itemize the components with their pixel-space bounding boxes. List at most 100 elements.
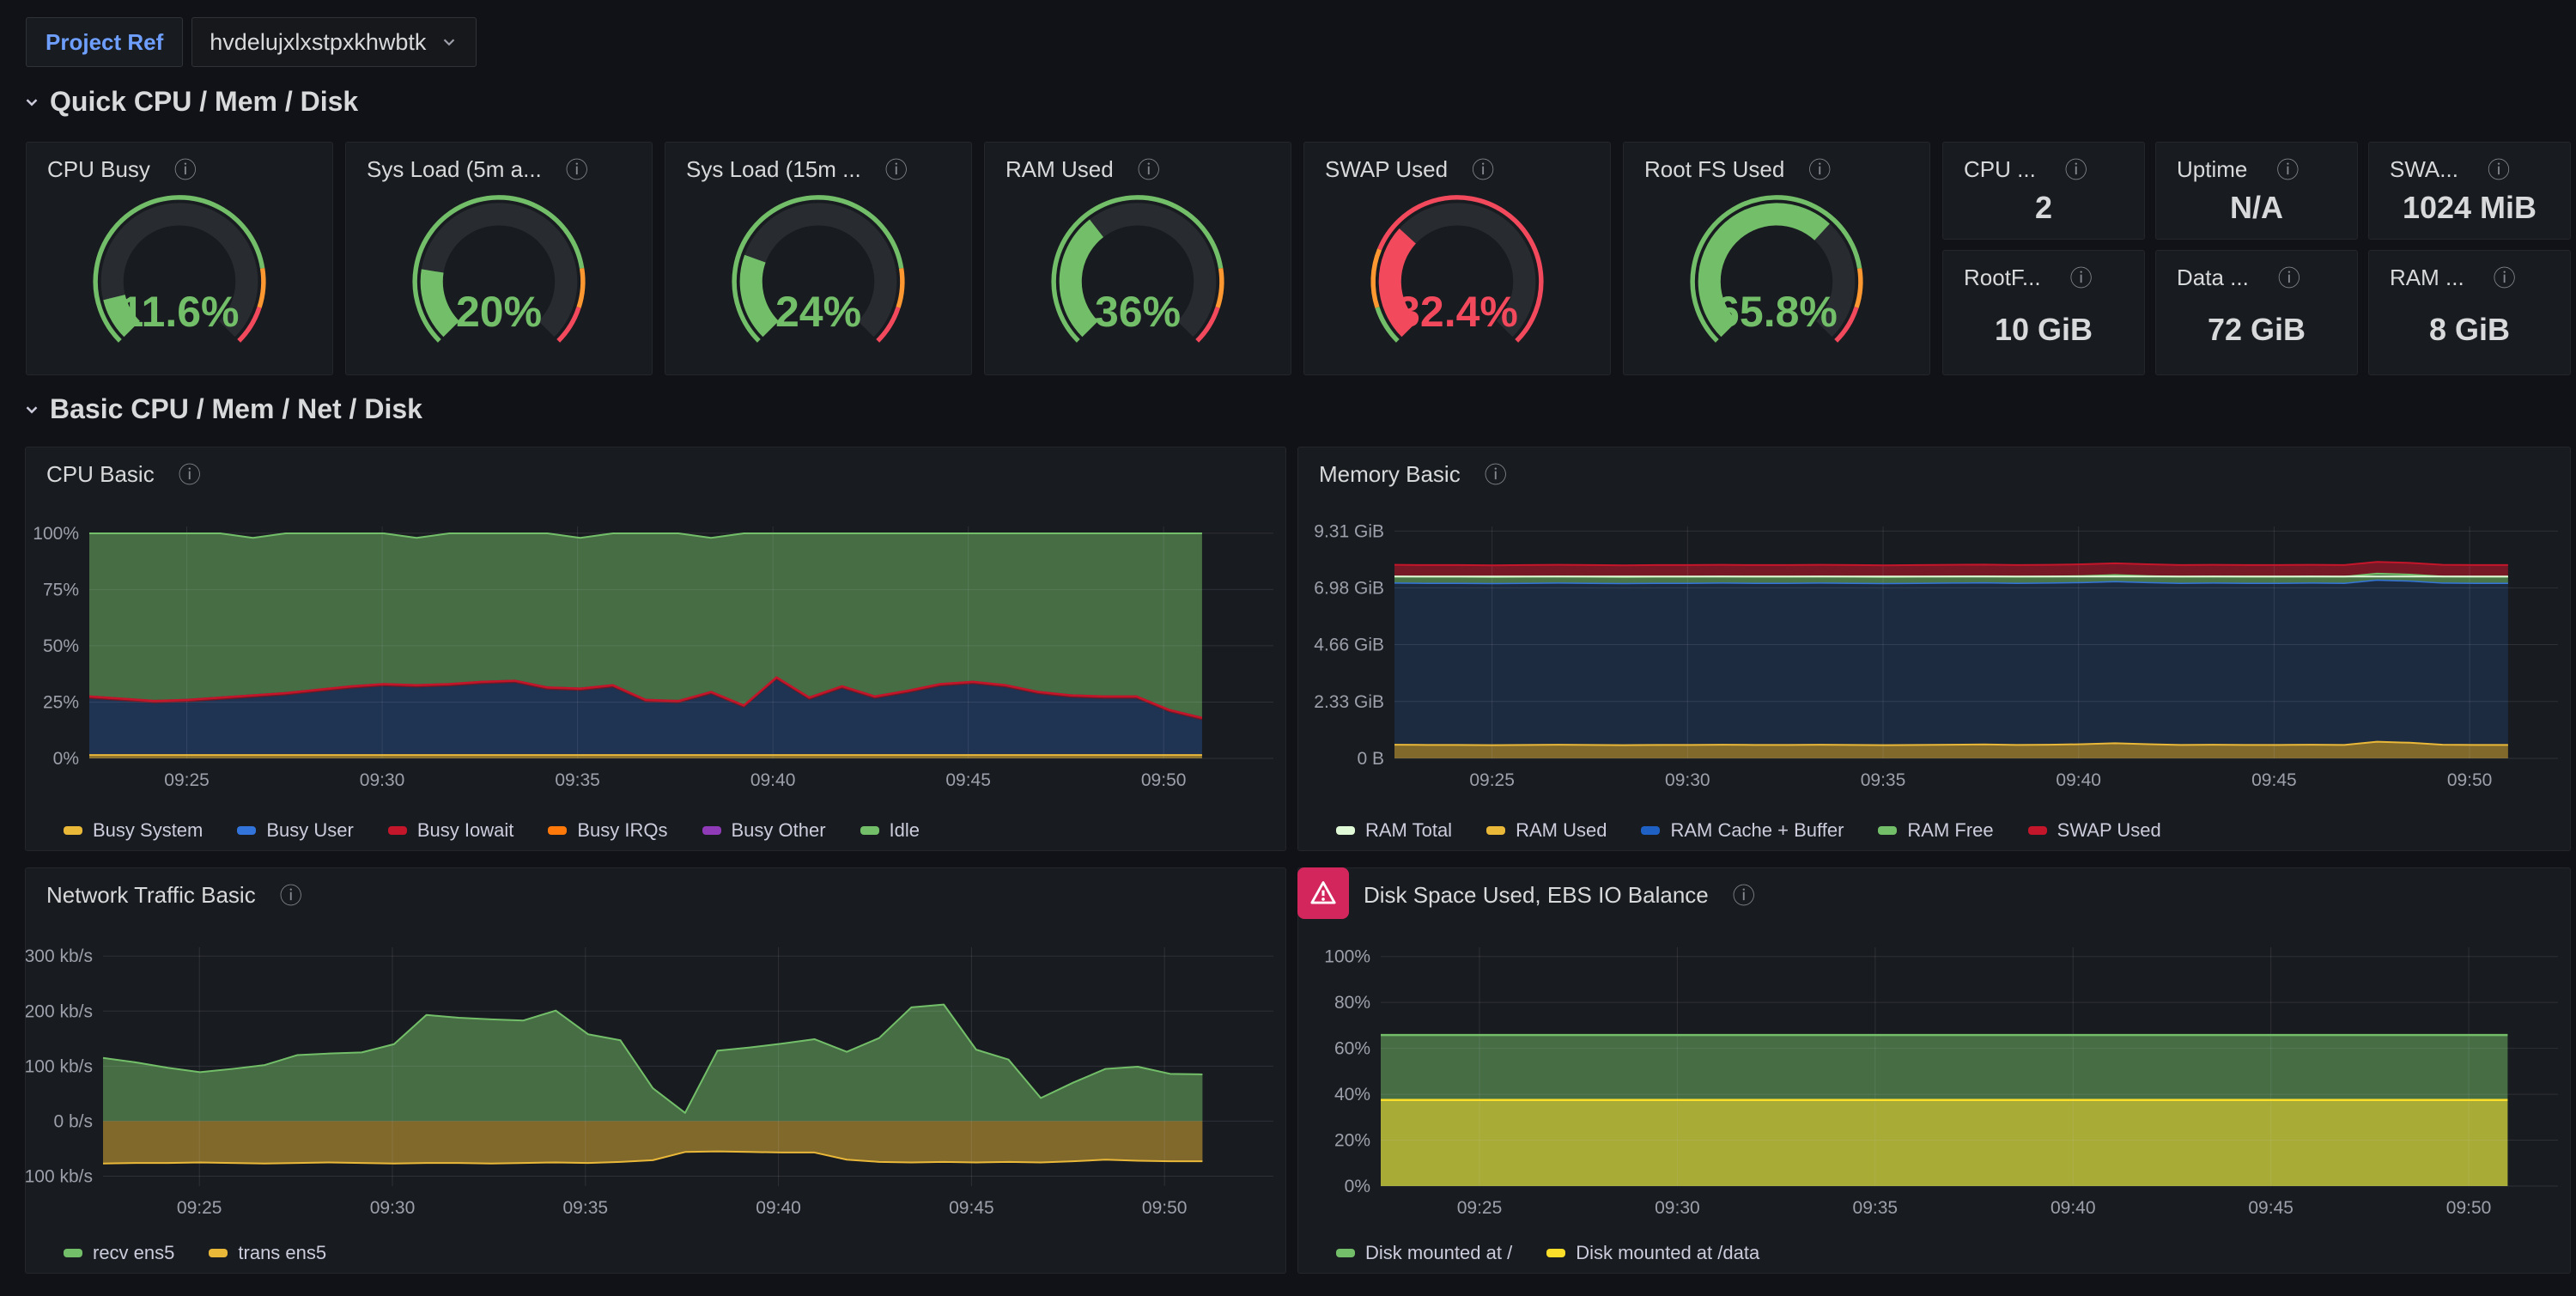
variable-bar: Project Ref hvdelujxlxstpxkhwbtk bbox=[26, 17, 477, 67]
info-icon[interactable]: ⓘ bbox=[1138, 159, 1160, 181]
panel-header[interactable]: CPU Busy ⓘ bbox=[27, 143, 332, 183]
x-axis-label: 09:50 bbox=[1141, 770, 1187, 790]
y-axis-label: 0 B bbox=[1357, 749, 1384, 769]
info-icon[interactable]: ⓘ bbox=[174, 159, 197, 181]
panel-title: SWA... bbox=[2390, 156, 2458, 183]
y-axis-label: 80% bbox=[1334, 993, 1370, 1013]
x-axis-label: 09:30 bbox=[1655, 1198, 1700, 1218]
panel-header[interactable]: RootF... ⓘ bbox=[1943, 251, 2144, 291]
info-icon[interactable]: ⓘ bbox=[2065, 159, 2087, 181]
legend-label: RAM Total bbox=[1365, 819, 1452, 842]
network-traffic-plot[interactable]: -100 kb/s0 b/s100 kb/s200 kb/s300 kb/s09… bbox=[26, 916, 1285, 1238]
gauge-value: 32.4% bbox=[1396, 288, 1518, 336]
gauge: 32.4% bbox=[1304, 188, 1610, 349]
variable-dropdown[interactable]: hvdelujxlxstpxkhwbtk bbox=[191, 17, 477, 67]
section-header-basic[interactable]: Basic CPU / Mem / Net / Disk bbox=[22, 393, 422, 425]
panel-header[interactable]: CPU ...ⓘ bbox=[1943, 143, 2144, 183]
panel-header[interactable]: Sys Load (5m a...ⓘ bbox=[346, 143, 652, 183]
panel-header[interactable]: Memory Basic ⓘ bbox=[1298, 447, 2570, 488]
gauge: 36% bbox=[985, 188, 1291, 349]
info-icon[interactable]: ⓘ bbox=[1472, 159, 1494, 181]
panel-header[interactable]: Network Traffic Basic ⓘ bbox=[26, 868, 1285, 909]
info-icon[interactable]: ⓘ bbox=[2494, 267, 2516, 289]
panel-gauge-swap-used: SWAP Usedⓘ 32.4% bbox=[1303, 142, 1611, 375]
panel-header[interactable]: Disk Space Used, EBS IO Balance ⓘ bbox=[1298, 868, 2570, 909]
legend-item[interactable]: Busy Iowait bbox=[388, 819, 514, 842]
legend-item[interactable]: SWAP Used bbox=[2028, 819, 2161, 842]
legend-item[interactable]: RAM Free bbox=[1878, 819, 1993, 842]
y-axis-label: 9.31 GiB bbox=[1314, 521, 1384, 541]
x-axis-label: 09:45 bbox=[945, 770, 991, 790]
panel-title: Data ... bbox=[2177, 265, 2249, 291]
gauge-value: 24% bbox=[775, 288, 861, 336]
info-icon[interactable]: ⓘ bbox=[2278, 267, 2300, 289]
panel-stat-data: Data ...ⓘ72 GiB bbox=[2155, 250, 2358, 375]
panel-header[interactable]: RAM Usedⓘ bbox=[985, 143, 1291, 183]
info-icon[interactable]: ⓘ bbox=[2070, 267, 2093, 289]
x-axis-label: 09:50 bbox=[2446, 1198, 2492, 1218]
panel-gauge-ram-used: RAM Usedⓘ 36% bbox=[984, 142, 1291, 375]
legend-label: RAM Used bbox=[1516, 819, 1607, 842]
panel-header[interactable]: SWA... ⓘ bbox=[2369, 143, 2570, 183]
stat-value: 10 GiB bbox=[1943, 291, 2144, 374]
panel-header[interactable]: Root FS Usedⓘ bbox=[1624, 143, 1929, 183]
panel-title: RootF... bbox=[1964, 265, 2041, 291]
y-axis-label: 75% bbox=[43, 580, 79, 599]
legend-item[interactable]: Busy System bbox=[64, 819, 203, 842]
info-icon[interactable]: ⓘ bbox=[566, 159, 588, 181]
panel-header[interactable]: Sys Load (15m ... ⓘ bbox=[665, 143, 971, 183]
legend-item[interactable]: Busy User bbox=[237, 819, 353, 842]
disk-space-plot[interactable]: 0%20%40%60%80%100%09:2509:3009:3509:4009… bbox=[1298, 916, 2570, 1238]
legend-item[interactable]: Idle bbox=[860, 819, 920, 842]
legend-swatch bbox=[1641, 826, 1660, 835]
legend-item[interactable]: trans ens5 bbox=[209, 1242, 326, 1264]
legend-item[interactable]: RAM Cache + Buffer bbox=[1641, 819, 1844, 842]
x-axis-label: 09:40 bbox=[2050, 1198, 2096, 1218]
info-icon[interactable]: ⓘ bbox=[179, 464, 201, 486]
x-axis-label: 09:25 bbox=[1457, 1198, 1503, 1218]
info-icon[interactable]: ⓘ bbox=[2276, 159, 2299, 181]
panel-header[interactable]: RAM ...ⓘ bbox=[2369, 251, 2570, 291]
legend-item[interactable]: RAM Total bbox=[1336, 819, 1452, 842]
legend-swatch bbox=[388, 826, 407, 835]
y-axis-label: 100% bbox=[1324, 947, 1370, 967]
legend-item[interactable]: Disk mounted at / bbox=[1336, 1242, 1512, 1264]
legend-item[interactable]: RAM Used bbox=[1486, 819, 1607, 842]
legend-swatch bbox=[1878, 826, 1897, 835]
y-axis-label: 0% bbox=[53, 749, 79, 769]
legend-swatch bbox=[64, 1249, 82, 1257]
panel-header[interactable]: CPU Basic ⓘ bbox=[26, 447, 1285, 488]
panel-header[interactable]: SWAP Usedⓘ bbox=[1304, 143, 1610, 183]
legend-label: RAM Free bbox=[1907, 819, 1993, 842]
section-header-quick[interactable]: Quick CPU / Mem / Disk bbox=[22, 86, 358, 118]
panel-header[interactable]: Data ... ⓘ bbox=[2156, 251, 2357, 291]
memory-basic-plot[interactable]: 0 B2.33 GiB4.66 GiB6.98 GiB9.31 GiB09:25… bbox=[1298, 496, 2570, 816]
x-axis-label: 09:45 bbox=[2251, 770, 2297, 790]
info-icon[interactable]: ⓘ bbox=[280, 885, 302, 907]
legend-item[interactable]: Busy Other bbox=[702, 819, 826, 842]
x-axis-label: 09:50 bbox=[1142, 1198, 1188, 1218]
legend-label: Busy IRQs bbox=[577, 819, 667, 842]
x-axis-label: 09:25 bbox=[164, 770, 210, 790]
info-icon[interactable]: ⓘ bbox=[885, 159, 908, 181]
legend-item[interactable]: Disk mounted at /data bbox=[1546, 1242, 1759, 1264]
info-icon[interactable]: ⓘ bbox=[1733, 885, 1755, 907]
legend-item[interactable]: recv ens5 bbox=[64, 1242, 174, 1264]
legend-swatch bbox=[860, 826, 879, 835]
cpu-basic-plot[interactable]: 0%25%50%75%100%09:2509:3009:3509:4009:45… bbox=[26, 496, 1285, 816]
panel-title: CPU Busy bbox=[47, 156, 150, 183]
panel-title: Sys Load (15m ... bbox=[686, 156, 861, 183]
info-icon[interactable]: ⓘ bbox=[1808, 159, 1831, 181]
legend-swatch bbox=[1486, 826, 1505, 835]
legend-item[interactable]: Busy IRQs bbox=[548, 819, 667, 842]
panel-gauge-sys-load-15m: Sys Load (15m ... ⓘ 24% bbox=[665, 142, 972, 375]
panel-header[interactable]: Uptimeⓘ bbox=[2156, 143, 2357, 183]
legend-label: Idle bbox=[890, 819, 920, 842]
panel-title: Disk Space Used, EBS IO Balance bbox=[1364, 882, 1709, 909]
info-icon[interactable]: ⓘ bbox=[1485, 464, 1507, 486]
y-axis-label: 0% bbox=[1345, 1177, 1370, 1196]
legend-swatch bbox=[64, 826, 82, 835]
x-axis-label: 09:25 bbox=[1469, 770, 1515, 790]
legend: recv ens5 trans ens5 bbox=[64, 1242, 1268, 1264]
info-icon[interactable]: ⓘ bbox=[2488, 159, 2510, 181]
